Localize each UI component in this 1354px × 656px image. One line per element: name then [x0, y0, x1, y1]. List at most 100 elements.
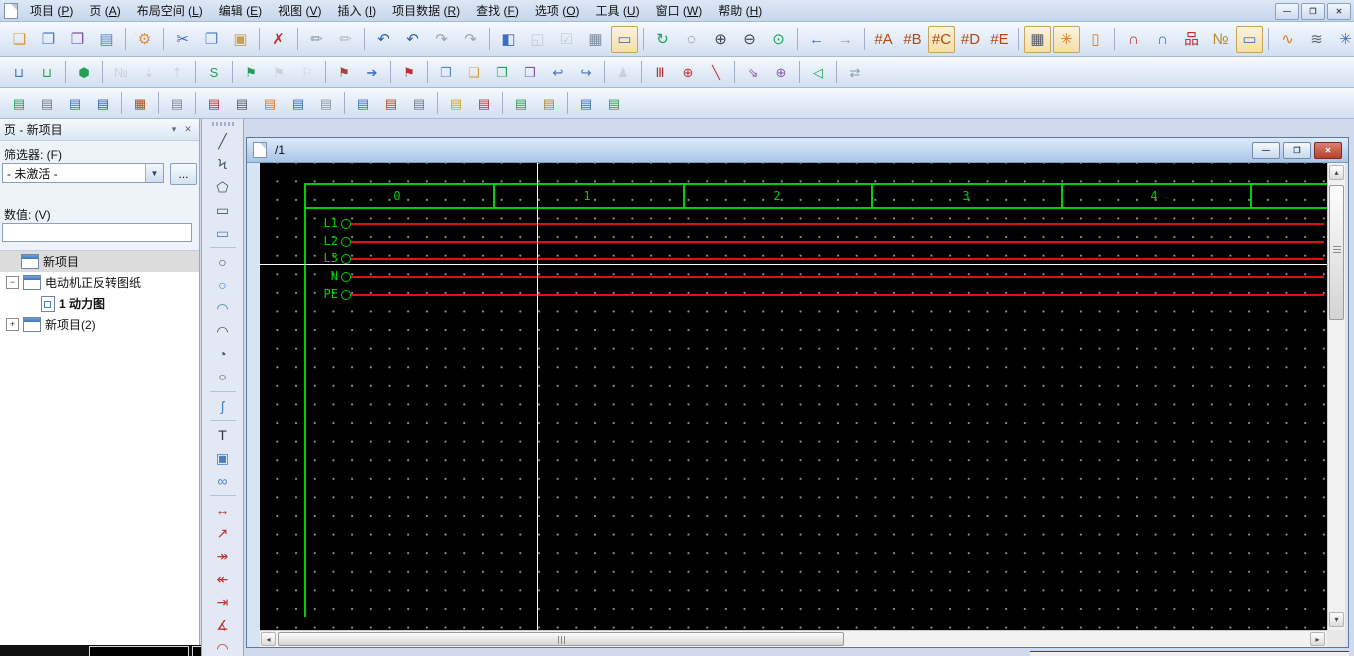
docked-tab[interactable]	[89, 646, 189, 656]
zoom-100-button[interactable]: ⊙	[765, 26, 792, 53]
minimize-button[interactable]: —	[1252, 142, 1280, 159]
tree-expander-minus[interactable]: −	[6, 276, 19, 289]
check-navigator-button[interactable]: ▤	[508, 91, 534, 116]
tool-polyline-button[interactable]: Ϟ	[207, 153, 239, 175]
net-definition-button[interactable]: ✳	[1332, 26, 1354, 53]
grid-d-button[interactable]: #D	[957, 26, 984, 53]
undo-button[interactable]: ↶	[399, 26, 426, 53]
grid-a-button[interactable]: #A	[870, 26, 897, 53]
grid-b-button[interactable]: #B	[899, 26, 926, 53]
terminal-strip-navigator-button[interactable]: ▦	[127, 91, 153, 116]
menu-item-E[interactable]: 编辑 (E)	[211, 0, 270, 21]
menu-item-A[interactable]: 页 (A)	[81, 0, 128, 21]
tool-dim-arc-button[interactable]: ◠	[207, 637, 239, 656]
interruption-navigator-button[interactable]: ▤	[201, 91, 227, 116]
menu-item-V[interactable]: 视图 (V)	[270, 0, 329, 21]
docked-tab[interactable]	[192, 646, 201, 656]
tool-ellipse-button[interactable]: ○	[207, 366, 239, 388]
object-snap-button[interactable]: ∩	[1120, 26, 1147, 53]
previous-page-button[interactable]: ↩	[545, 60, 571, 85]
device-navigator-button[interactable]: ▤	[6, 91, 32, 116]
filter-browse-button[interactable]: ...	[170, 163, 197, 185]
goto-flag-button[interactable]: ➔	[359, 60, 385, 85]
tool-dim-angle-button[interactable]: ∡	[207, 614, 239, 636]
zoom-out-button[interactable]: ⊖	[736, 26, 763, 53]
potential-break-button[interactable]: ╲	[703, 60, 729, 85]
parts-selection-button[interactable]: ⊔	[6, 60, 32, 85]
signal-flow-button[interactable]: ◁	[805, 60, 831, 85]
tool-dim-increment-button[interactable]: ⇥	[207, 591, 239, 613]
parts-database-button[interactable]: ⊔	[34, 60, 60, 85]
align-connections-button[interactable]: ⇄	[842, 60, 868, 85]
refresh-view-button[interactable]: ↻	[649, 26, 676, 53]
menu-item-P[interactable]: 项目 (P)	[22, 0, 81, 21]
value-input[interactable]	[2, 223, 192, 242]
crosshair-vertical[interactable]	[537, 163, 538, 630]
steps-navigator-button[interactable]: ▤	[229, 91, 255, 116]
grid-display-button[interactable]: ▦	[1024, 26, 1051, 53]
delete-selection-button[interactable]: ✗	[265, 26, 292, 53]
coordinate-input-button[interactable]: ▭	[1236, 26, 1263, 53]
tree-item[interactable]: 1 动力图	[0, 293, 199, 314]
transfer-navigator-button[interactable]: ▤	[313, 91, 339, 116]
device-grid-button[interactable]: ▤	[164, 91, 190, 116]
tool-image-button[interactable]: ▣	[207, 447, 239, 469]
potential-lines-button[interactable]: Ⅲ	[647, 60, 673, 85]
parts-list-navigator-button[interactable]: ▤	[406, 91, 432, 116]
graphical-snap-button[interactable]: ∩	[1149, 26, 1176, 53]
close-button[interactable]: ✕	[1314, 142, 1342, 159]
close-button[interactable]: ✕	[1327, 3, 1351, 20]
tool-circle-button[interactable]: ○	[207, 251, 239, 273]
vertical-scroll-thumb[interactable]	[1329, 185, 1344, 320]
minimize-button[interactable]: —	[1275, 3, 1299, 20]
workbook-view-button[interactable]: ▭	[611, 26, 638, 53]
horizontal-scroll-thumb[interactable]	[278, 632, 844, 646]
restore-button[interactable]: ❐	[1283, 142, 1311, 159]
horizontal-scrollbar[interactable]: ◂ ▸	[260, 630, 1327, 647]
menu-item-R[interactable]: 项目数据 (R)	[384, 0, 468, 21]
redo-button[interactable]: ↷	[428, 26, 455, 53]
panel-close-icon[interactable]: ✕	[181, 123, 195, 137]
print-button[interactable]: ▤	[93, 26, 120, 53]
snap-to-grid-button[interactable]: ✳	[1053, 26, 1080, 53]
copy-pages-button[interactable]: ❐	[433, 60, 459, 85]
panel-collapse-icon[interactable]: ▾	[167, 123, 181, 137]
tool-text-button[interactable]: T	[207, 424, 239, 446]
remove-flag-button[interactable]: ⚑	[396, 60, 422, 85]
tool-polygon-button[interactable]: ⬠	[207, 176, 239, 198]
restore-button[interactable]: ❐	[1301, 3, 1325, 20]
drawing-window-titlebar[interactable]: /1 —❐✕	[247, 138, 1348, 163]
new-page-button[interactable]: ❏	[6, 26, 33, 53]
redo-history-button[interactable]: ↷	[457, 26, 484, 53]
menu-item-I[interactable]: 插入 (I)	[329, 0, 384, 21]
page-properties-button[interactable]: ❐	[64, 26, 91, 53]
tool-spline-button[interactable]: ʃ	[207, 395, 239, 417]
increment-setting-button[interactable]: №	[1207, 26, 1234, 53]
cut-button[interactable]: ✂	[169, 26, 196, 53]
potential-node-button[interactable]: ⊕	[675, 60, 701, 85]
message-navigator-button[interactable]: ▤	[443, 91, 469, 116]
export-3d-navigator-button[interactable]: ▤	[601, 91, 627, 116]
toolbar-drag-handle[interactable]	[212, 122, 234, 126]
tool-hyperlink-button[interactable]: ∞	[207, 470, 239, 492]
tree-item[interactable]: +新项目(2)	[0, 314, 199, 335]
vertical-scrollbar[interactable]: ▴ ▾	[1327, 163, 1345, 630]
menu-item-F[interactable]: 查找 (F)	[468, 0, 527, 21]
selection-navigator-button[interactable]: ▤	[471, 91, 497, 116]
next-page-button[interactable]: ↪	[573, 60, 599, 85]
paste-button[interactable]: ▣	[227, 26, 254, 53]
page-template-button[interactable]: ❐	[489, 60, 515, 85]
scroll-right-icon[interactable]: ▸	[1310, 632, 1325, 646]
structure-navigator-button[interactable]: 品	[1178, 26, 1205, 53]
grid-e-button[interactable]: #E	[986, 26, 1013, 53]
device-list-button[interactable]: ▤	[34, 91, 60, 116]
tool-dim-baseline-button[interactable]: ↞	[207, 568, 239, 590]
panel-navigator-button[interactable]: ▤	[378, 91, 404, 116]
scroll-down-icon[interactable]: ▾	[1329, 612, 1344, 627]
drawing-area[interactable]: 01234L1L2L3NPE	[260, 163, 1327, 630]
tool-line-button[interactable]: ╱	[207, 130, 239, 152]
tool-arc-3pt-button[interactable]: ◠	[207, 297, 239, 319]
grid-c-button[interactable]: #C	[928, 26, 955, 53]
device-lock-button[interactable]: ▤	[62, 91, 88, 116]
tree-item[interactable]: −电动机正反转图纸	[0, 272, 199, 293]
